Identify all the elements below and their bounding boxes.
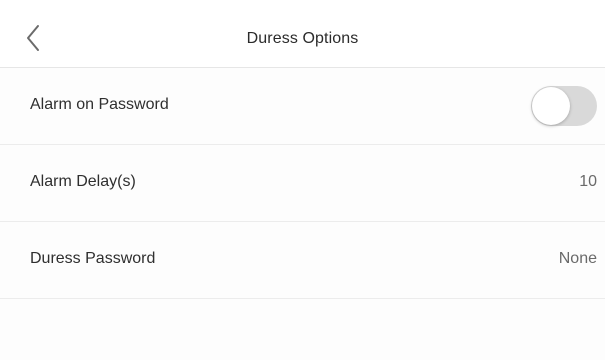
header-bar: Duress Options: [0, 0, 605, 68]
setting-label: Duress Password: [30, 250, 156, 267]
setting-label: Alarm on Password: [30, 96, 169, 113]
duress-options-screen: Duress Options Alarm on Password Alarm D…: [0, 0, 605, 360]
setting-label: Alarm Delay(s): [30, 173, 136, 190]
setting-row-alarm-on-password[interactable]: Alarm on Password: [0, 68, 605, 145]
setting-value: 10: [579, 173, 597, 190]
alarm-on-password-toggle[interactable]: [531, 86, 597, 126]
toggle-knob: [532, 87, 570, 125]
setting-row-alarm-delay[interactable]: Alarm Delay(s) 10: [0, 145, 605, 222]
page-title: Duress Options: [246, 30, 359, 47]
setting-value: None: [558, 250, 597, 267]
setting-row-duress-password[interactable]: Duress Password None: [0, 222, 605, 299]
settings-list: Alarm on Password Alarm Delay(s) 10 Dure…: [0, 68, 605, 299]
